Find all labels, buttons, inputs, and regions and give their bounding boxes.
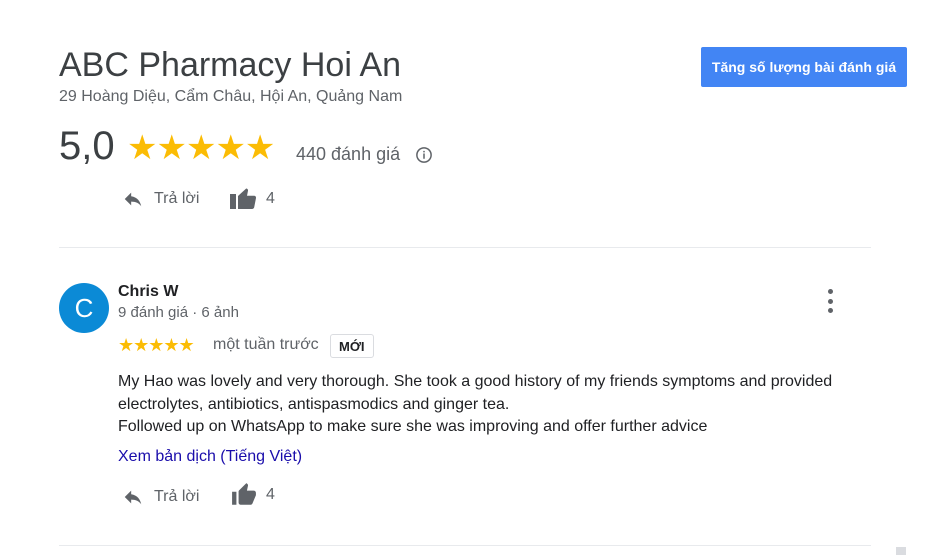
- divider: [59, 545, 871, 546]
- review-stars: ★★★★★: [118, 335, 195, 355]
- business-address: 29 Hoàng Diệu, Cẩm Châu, Hội An, Quảng N…: [59, 88, 403, 105]
- info-icon[interactable]: [415, 146, 433, 164]
- reply-label: Trả lời: [154, 488, 200, 505]
- like-count: 4: [266, 486, 275, 503]
- reply-icon: [124, 192, 142, 207]
- review-text-line: Followed up on WhatsApp to make sure she…: [118, 418, 708, 435]
- thumbs-up-icon: [232, 483, 256, 505]
- review-reply-action[interactable]: Trả lời: [120, 486, 199, 508]
- increase-reviews-button[interactable]: Tăng số lượng bài đánh giá: [701, 47, 907, 87]
- review-count: 440 đánh giá: [296, 144, 401, 164]
- new-badge: MỚI: [330, 334, 374, 358]
- review-text: My Hao was lovely and very thorough. She…: [118, 371, 858, 439]
- reply-label: Trả lời: [154, 190, 200, 207]
- review-time: một tuần trước: [213, 336, 319, 353]
- reviewer-name[interactable]: Chris W: [118, 283, 178, 301]
- more-options-icon[interactable]: [818, 287, 842, 315]
- review-like-action[interactable]: 4: [230, 482, 275, 508]
- avatar[interactable]: C: [59, 283, 109, 333]
- thumbs-up-icon: [230, 188, 257, 209]
- business-name: ABC Pharmacy Hoi An: [59, 46, 402, 84]
- reply-action[interactable]: Trả lời: [120, 188, 199, 210]
- rating-stars: ★★★★★: [127, 129, 275, 167]
- translate-link[interactable]: Xem bản dịch (Tiếng Việt): [118, 448, 302, 466]
- reply-icon: [124, 490, 142, 505]
- like-count: 4: [266, 190, 275, 207]
- review-text-line: My Hao was lovely and very thorough. She…: [118, 373, 833, 413]
- like-action[interactable]: 4: [230, 188, 275, 210]
- reviewer-meta: 9 đánh giá · 6 ảnh: [118, 304, 239, 321]
- average-rating: 5,0: [59, 124, 115, 168]
- divider: [59, 247, 871, 248]
- scrollbar[interactable]: [896, 547, 906, 555]
